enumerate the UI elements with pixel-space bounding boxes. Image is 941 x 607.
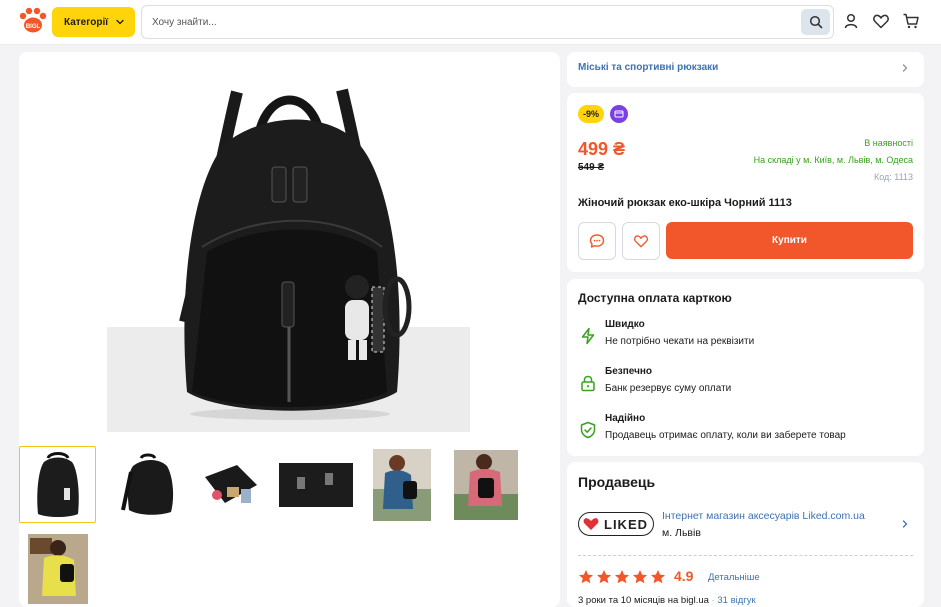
thumbnail-image xyxy=(372,448,431,521)
card-payment-badge xyxy=(610,105,628,123)
seller-logo[interactable]: LIKED xyxy=(578,512,654,536)
seller-city: м. Львів xyxy=(662,527,701,539)
seller-name[interactable]: Інтернет магазин аксесуарів Liked.com.ua xyxy=(662,510,865,522)
thumbnail-backpack-front[interactable] xyxy=(19,446,96,523)
reviews-link[interactable]: 31 відгук xyxy=(717,595,755,606)
category-breadcrumb[interactable]: Міські та спортивні рюкзаки xyxy=(567,52,924,87)
current-price: 499 ₴ xyxy=(578,139,626,159)
star-icon xyxy=(597,570,611,584)
thumbnail-model-back-view[interactable] xyxy=(363,446,440,523)
payment-title: Доступна оплата карткою xyxy=(578,291,732,305)
header: BIGL Категорії xyxy=(0,0,941,45)
star-icon xyxy=(579,570,593,584)
shield-check-icon xyxy=(580,421,596,439)
favorite-button[interactable] xyxy=(622,222,660,260)
search-bar xyxy=(141,5,834,39)
lock-icon xyxy=(581,375,595,392)
old-price: 549 ₴ xyxy=(578,162,605,173)
chevron-right-icon[interactable] xyxy=(900,519,910,529)
chat-icon xyxy=(589,234,605,248)
thumbnail-image xyxy=(278,462,353,507)
discount-badge: -9% xyxy=(578,105,605,123)
card-payment-info: Доступна оплата карткою Швидко Не потріб… xyxy=(567,279,924,456)
seller-tenure: 3 роки та 10 місяців на bigl.ua xyxy=(578,595,709,606)
heart-icon xyxy=(634,235,648,248)
feature-title: Швидко xyxy=(605,319,645,330)
search-icon xyxy=(809,15,822,29)
chevron-right-icon xyxy=(902,64,908,72)
thumbnail-model-with-backpack[interactable] xyxy=(19,530,96,607)
rating-stars xyxy=(578,569,666,585)
feature-desc: Продавець отримає оплату, коли ви забере… xyxy=(605,430,846,441)
search-input[interactable] xyxy=(152,11,792,33)
feature-secure: Безпечно Банк резервує суму оплати xyxy=(578,366,908,402)
seller-title: Продавець xyxy=(578,474,656,490)
lightning-icon xyxy=(581,327,595,345)
thumbnail-image xyxy=(204,464,257,503)
feature-title: Безпечно xyxy=(605,366,653,377)
feature-desc: Банк резервує суму оплати xyxy=(605,383,732,394)
separator: · xyxy=(711,595,715,606)
heart-icon[interactable] xyxy=(872,12,890,30)
categories-button[interactable]: Категорії xyxy=(52,7,135,37)
bigl-logo[interactable]: BIGL xyxy=(18,6,48,34)
thumbnail-backpack-side[interactable] xyxy=(110,446,187,523)
user-icon[interactable] xyxy=(842,12,860,30)
seller-card: Продавець LIKED Інтернет магазин аксесуа… xyxy=(567,462,924,607)
product-gallery xyxy=(19,52,560,607)
divider xyxy=(578,555,913,556)
product-code: Код: 1113 xyxy=(874,172,913,182)
thumbnail-image xyxy=(36,451,79,517)
product-info: -9% 499 ₴ 549 ₴ В наявності На складі у … xyxy=(567,93,924,272)
seller-since: 3 роки та 10 місяців на bigl.ua · 31 від… xyxy=(578,595,756,606)
main-product-image[interactable] xyxy=(107,72,472,432)
rating-value: 4.9 xyxy=(674,568,694,584)
thumbnail-image xyxy=(120,453,173,515)
star-icon xyxy=(615,570,629,584)
feature-reliable: Надійно Продавець отримає оплату, коли в… xyxy=(578,413,908,449)
warehouse-locations: На складі у м. Київ, м. Львів, м. Одеса xyxy=(753,155,913,165)
categories-label: Категорії xyxy=(64,16,109,28)
availability-status: В наявності xyxy=(864,138,913,148)
card-icon xyxy=(614,110,624,118)
product-title: Жіночий рюкзак еко-шкіра Чорний 1113 xyxy=(578,197,792,209)
feature-desc: Не потрібно чекати на реквізити xyxy=(605,336,755,347)
seller-logo-text: LIKED xyxy=(604,517,648,532)
feature-title: Надійно xyxy=(605,413,646,424)
thumbnail-image xyxy=(27,533,88,604)
chevron-down-icon xyxy=(116,19,124,25)
cart-icon[interactable] xyxy=(902,12,920,30)
star-icon xyxy=(633,570,647,584)
category-link[interactable]: Міські та спортивні рюкзаки xyxy=(578,62,718,73)
search-button[interactable] xyxy=(801,9,830,35)
feature-fast: Швидко Не потрібно чекати на реквізити xyxy=(578,319,908,355)
thumbnail-backpack-detail[interactable] xyxy=(277,446,354,523)
star-icon xyxy=(651,570,665,584)
thumbnail-image xyxy=(453,449,518,520)
details-link[interactable]: Детальніше xyxy=(708,572,760,583)
logo-text: BIGL xyxy=(26,24,41,30)
thumbnail-backpack-open[interactable] xyxy=(191,446,268,523)
buy-button[interactable]: Купити xyxy=(666,222,913,259)
thumbnail-model-back-view-2[interactable] xyxy=(447,446,524,523)
chat-button[interactable] xyxy=(578,222,616,260)
